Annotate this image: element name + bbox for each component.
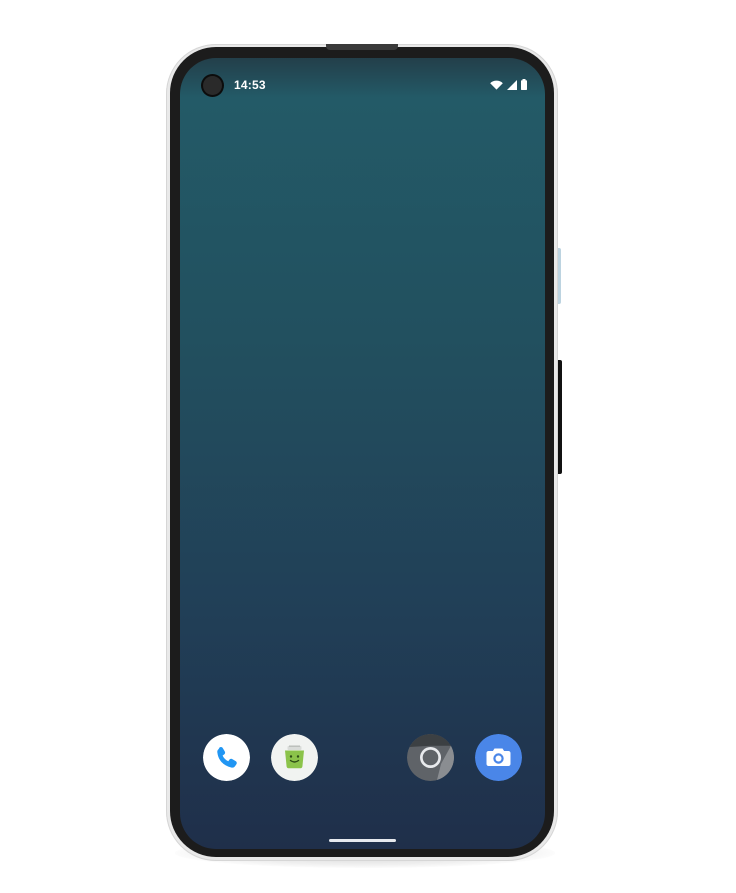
- camera-app-icon[interactable]: [475, 734, 522, 781]
- front-camera-hole: [203, 76, 222, 95]
- battery-icon: [521, 79, 527, 90]
- volume-button[interactable]: [558, 248, 561, 304]
- cellular-signal-icon: [507, 79, 517, 90]
- app-dock: [180, 734, 545, 782]
- home-screen: 14:53: [180, 58, 545, 849]
- wifi-icon: [490, 80, 503, 90]
- status-time: 14:53: [234, 78, 266, 92]
- messaging-app-icon[interactable]: [271, 734, 318, 781]
- status-icons: [490, 79, 527, 90]
- device-frame: 14:53: [0, 0, 736, 893]
- chrome-app-icon[interactable]: [407, 734, 454, 781]
- gesture-navigation-handle[interactable]: [329, 839, 396, 842]
- phone-app-icon[interactable]: [203, 734, 250, 781]
- power-button[interactable]: [558, 360, 562, 474]
- earpiece-speaker: [326, 44, 398, 50]
